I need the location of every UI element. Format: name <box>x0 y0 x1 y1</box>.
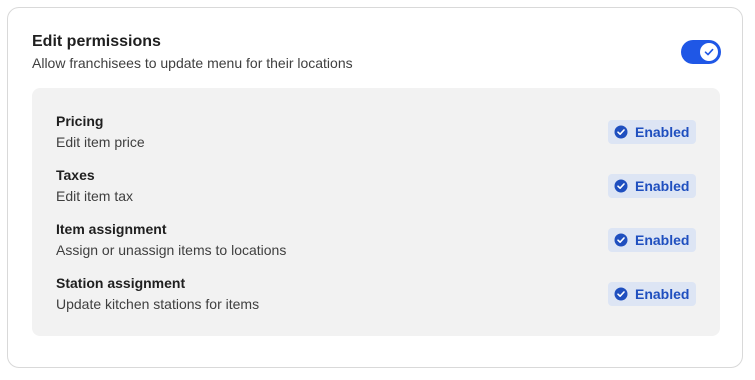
permission-description: Update kitchen stations for items <box>56 296 260 312</box>
check-circle-icon <box>614 125 628 139</box>
permission-title: Station assignment <box>56 275 186 291</box>
permission-title: Taxes <box>56 167 95 183</box>
permission-description: Edit item tax <box>56 188 134 204</box>
status-badge: Enabled <box>608 174 696 198</box>
toggle-knob <box>700 43 718 61</box>
check-circle-icon <box>614 287 628 301</box>
permission-title: Pricing <box>56 113 104 129</box>
check-circle-icon <box>614 233 628 247</box>
permission-row-pricing: Pricing Edit item price Enabled <box>56 112 696 152</box>
status-label: Enabled <box>635 178 690 194</box>
check-icon <box>704 48 714 56</box>
status-label: Enabled <box>635 232 690 248</box>
status-badge: Enabled <box>608 228 696 252</box>
status-label: Enabled <box>635 286 690 302</box>
permission-description: Assign or unassign items to locations <box>56 242 287 258</box>
edit-permissions-card: Edit permissions Allow franchisees to up… <box>7 7 743 368</box>
card-title: Edit permissions <box>32 33 161 50</box>
edit-permissions-toggle[interactable] <box>681 40 721 64</box>
permission-row-station-assignment: Station assignment Update kitchen statio… <box>56 274 696 314</box>
check-circle-icon <box>614 179 628 193</box>
permission-description: Edit item price <box>56 134 145 150</box>
card-subtitle: Allow franchisees to update menu for the… <box>32 55 353 71</box>
permission-row-item-assignment: Item assignment Assign or unassign items… <box>56 220 696 260</box>
permissions-panel: Pricing Edit item price Enabled Taxes Ed… <box>32 88 720 336</box>
permission-row-taxes: Taxes Edit item tax Enabled <box>56 166 696 206</box>
permission-title: Item assignment <box>56 221 167 237</box>
status-badge: Enabled <box>608 282 696 306</box>
status-label: Enabled <box>635 124 690 140</box>
status-badge: Enabled <box>608 120 696 144</box>
